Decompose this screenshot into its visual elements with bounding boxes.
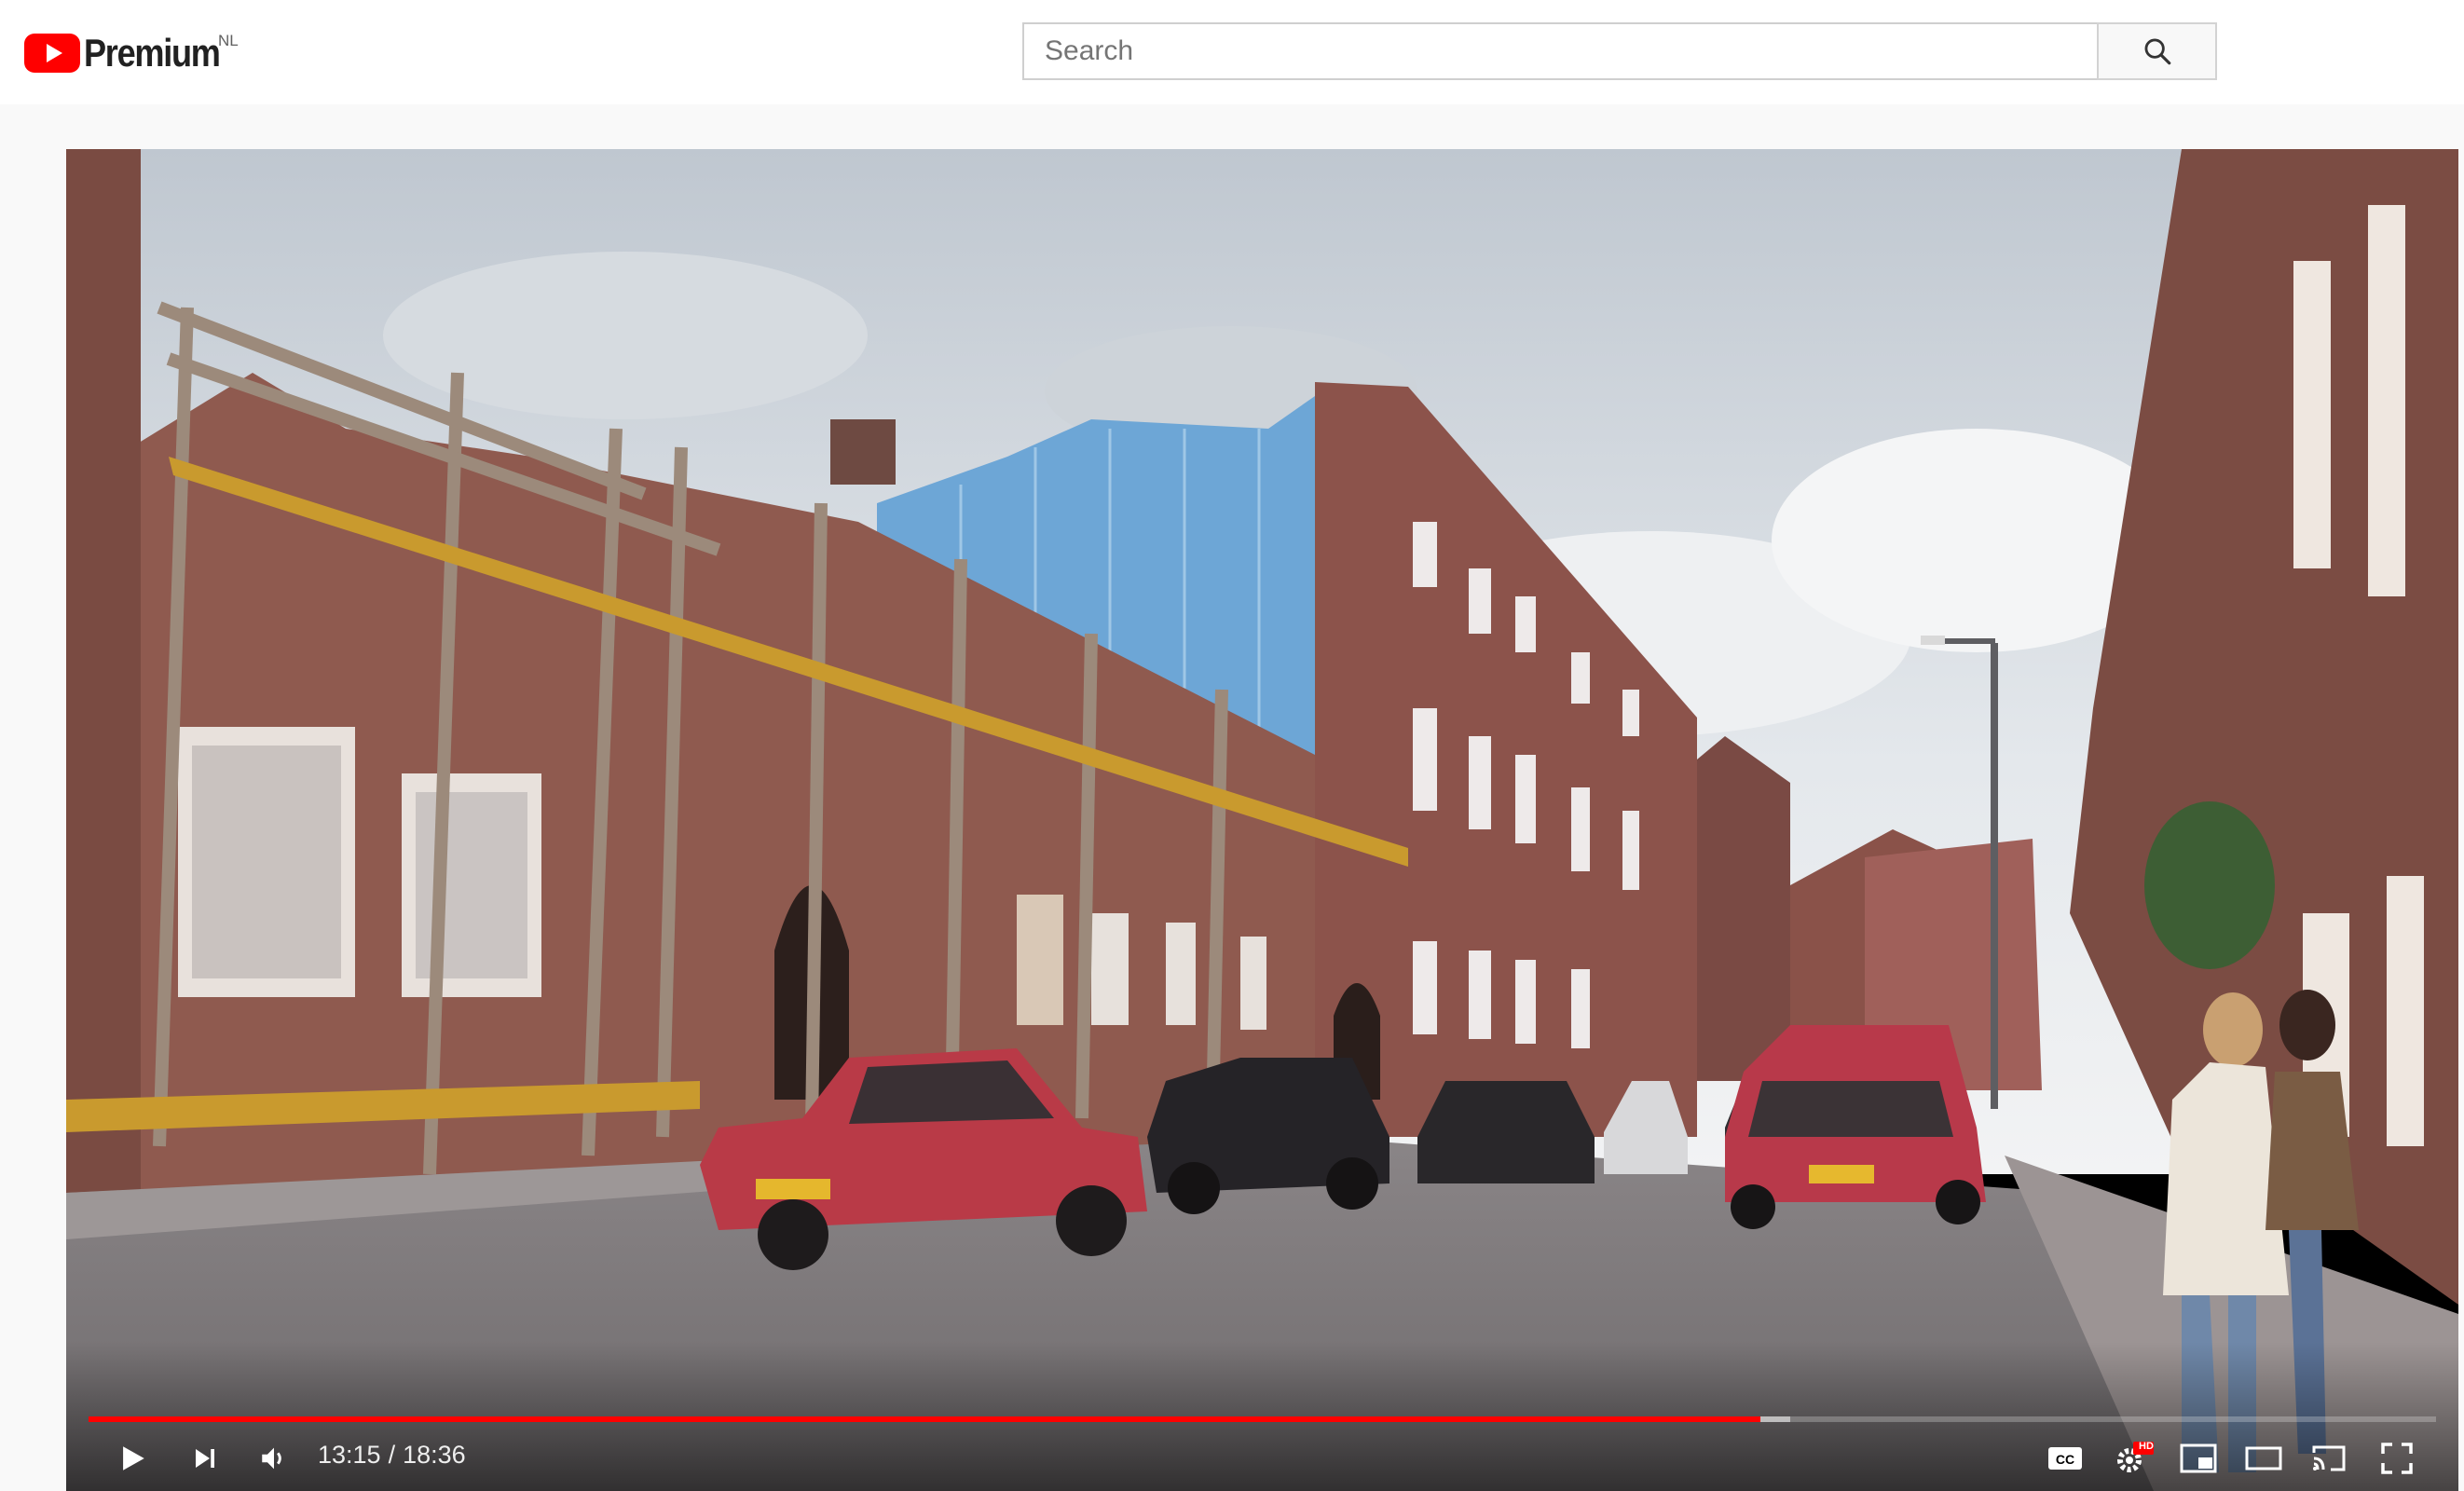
- region-code: NL: [218, 32, 239, 49]
- captions-icon: CC: [2048, 1447, 2082, 1470]
- fullscreen-button[interactable]: [2372, 1433, 2422, 1484]
- cast-icon: [2312, 1445, 2346, 1471]
- captions-button[interactable]: CC: [2040, 1433, 2090, 1484]
- miniplayer-button[interactable]: [2172, 1433, 2224, 1484]
- progress-bar[interactable]: [89, 1416, 2436, 1422]
- theater-mode-button[interactable]: [2238, 1433, 2290, 1484]
- search-input[interactable]: [1043, 34, 2097, 68]
- fullscreen-icon: [2381, 1443, 2413, 1474]
- youtube-premium-logo[interactable]: Premium: [24, 28, 241, 78]
- search-icon: [2144, 38, 2170, 65]
- play-icon: [123, 1446, 144, 1470]
- logo-text: Premium: [84, 31, 221, 75]
- time-display: 13:15/18:36: [318, 1441, 466, 1469]
- video-player[interactable]: 13:15/18:36 CC HD: [66, 149, 2458, 1491]
- search-button[interactable]: [2097, 22, 2217, 80]
- miniplayer-icon: [2180, 1443, 2217, 1473]
- volume-icon: [262, 1447, 281, 1470]
- theater-icon: [2245, 1446, 2282, 1470]
- search-box[interactable]: [1022, 22, 2097, 80]
- cast-button[interactable]: [2303, 1433, 2355, 1484]
- volume-button[interactable]: [249, 1433, 299, 1484]
- current-time: 13:15: [318, 1441, 381, 1469]
- hd-badge: HD: [2139, 1441, 2154, 1452]
- settings-button[interactable]: HD: [2105, 1433, 2161, 1484]
- masthead: Premium NL: [0, 0, 2464, 104]
- next-icon: [196, 1449, 214, 1468]
- youtube-logo-icon: [24, 34, 80, 73]
- svg-text:CC: CC: [2056, 1452, 2074, 1467]
- video-frame: [66, 149, 2458, 1491]
- next-button[interactable]: [180, 1433, 230, 1484]
- play-button[interactable]: [107, 1433, 157, 1484]
- progress-played: [89, 1416, 1760, 1422]
- duration: 18:36: [403, 1441, 466, 1469]
